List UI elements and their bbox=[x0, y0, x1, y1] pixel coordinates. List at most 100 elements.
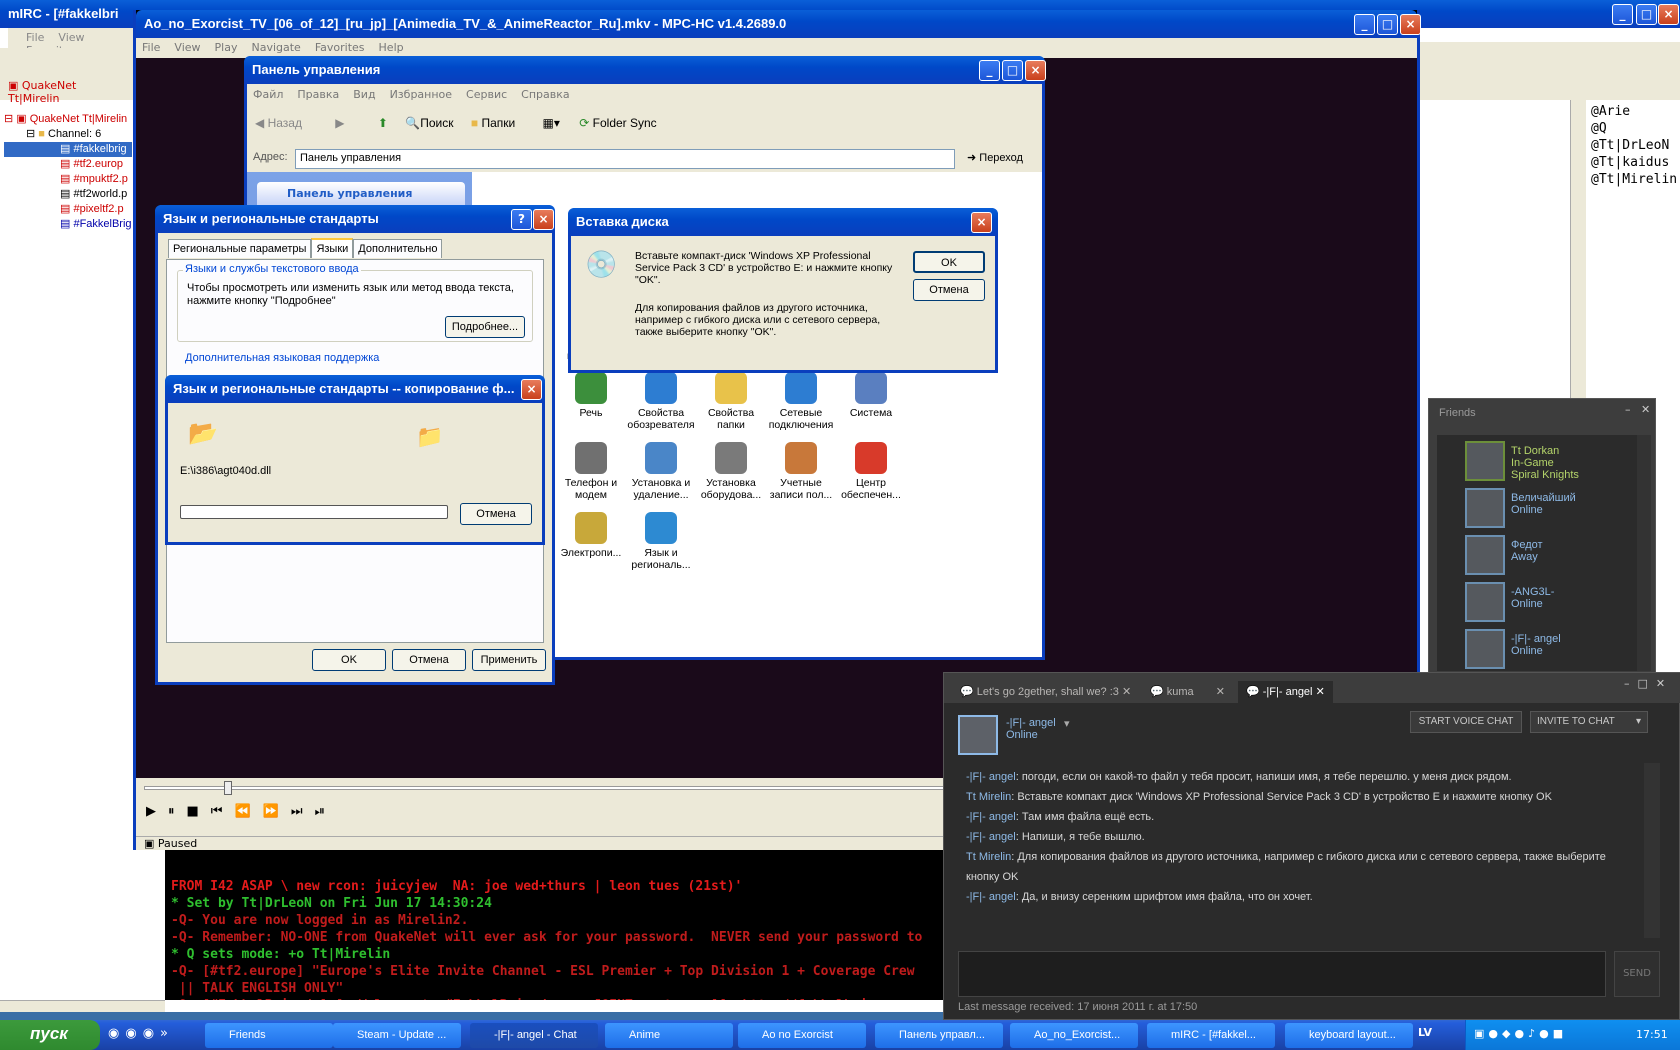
cpanel-item[interactable]: Свойства папки bbox=[694, 372, 768, 431]
close-icon[interactable]: ✕ bbox=[1316, 686, 1325, 698]
chrome-icon[interactable]: ◉ bbox=[108, 1026, 125, 1041]
tray-icon[interactable]: ● bbox=[1488, 1027, 1502, 1040]
search-button[interactable]: Поиск bbox=[420, 116, 453, 130]
cpanel-menu-help[interactable]: Справка bbox=[521, 88, 569, 101]
tray-icon[interactable]: ● bbox=[1514, 1027, 1528, 1040]
chat-tab-active[interactable]: 💬 -|F|- angel ✕ bbox=[1238, 681, 1333, 703]
nick-item[interactable]: @Tt|DrLeoN bbox=[1591, 137, 1677, 154]
back-icon[interactable]: ◀ bbox=[255, 116, 268, 130]
friend-entry[interactable]: -|F|- angel Online bbox=[1465, 629, 1625, 673]
chat-input[interactable] bbox=[958, 951, 1606, 997]
taskbar-button[interactable]: Steam - Update ... bbox=[333, 1023, 461, 1048]
tab-languages[interactable]: Языки bbox=[311, 238, 354, 258]
nicklist-scrollbar[interactable] bbox=[1570, 100, 1586, 400]
chat-message-author[interactable]: -|F|- angel bbox=[966, 771, 1016, 783]
start-voice-chat-button[interactable]: START VOICE CHAT bbox=[1410, 711, 1522, 733]
tree-channel-item[interactable]: ▤ #FakkelBrig bbox=[4, 217, 132, 232]
cpanel-close-button[interactable]: × bbox=[1025, 60, 1046, 81]
rewind-icon[interactable]: ⏪ bbox=[235, 804, 263, 819]
up-folder-icon[interactable]: ⬆ bbox=[378, 116, 388, 130]
forward-icon[interactable]: ⏩ bbox=[263, 804, 291, 819]
tree-channel-item[interactable]: ▤ #pixeltf2.p bbox=[4, 202, 132, 217]
pause-icon[interactable]: ⏸ bbox=[168, 804, 187, 819]
language-indicator[interactable]: LV bbox=[1418, 1026, 1432, 1039]
tray-icon[interactable]: ▣ bbox=[1474, 1027, 1488, 1040]
mpc-close-button[interactable]: × bbox=[1400, 14, 1421, 35]
close-icon[interactable]: ✕ bbox=[1216, 685, 1225, 698]
cpanel-menu-view[interactable]: Вид bbox=[353, 88, 375, 101]
friend-entry[interactable]: Федот Away bbox=[1465, 535, 1625, 579]
taskbar-button[interactable]: Friends bbox=[205, 1023, 333, 1048]
start-button[interactable]: пуск bbox=[0, 1020, 100, 1050]
chat-message-author[interactable]: Tt Mirelin bbox=[966, 851, 1011, 863]
close-icon[interactable]: ✕ bbox=[1656, 677, 1673, 690]
mpc-menu-favorites[interactable]: Favorites bbox=[315, 41, 365, 54]
mirc-close-button[interactable]: × bbox=[1658, 4, 1679, 25]
insertdisk-cancel-button[interactable]: Отмена bbox=[913, 279, 985, 301]
address-input[interactable]: Панель управления bbox=[295, 149, 955, 169]
mpc-menu-file[interactable]: File bbox=[142, 41, 160, 54]
chat-tab[interactable]: 💬 kuma ✕ bbox=[1142, 681, 1233, 703]
help-button[interactable]: ? bbox=[511, 209, 532, 230]
chat-message-author[interactable]: -|F|- angel bbox=[966, 831, 1016, 843]
close-icon[interactable]: ✕ bbox=[1122, 686, 1131, 698]
nick-item[interactable]: @Arie bbox=[1591, 103, 1677, 120]
mpc-menu-help[interactable]: Help bbox=[379, 41, 404, 54]
chevron-down-icon[interactable]: ▾ bbox=[1064, 717, 1070, 730]
tree-channel-item[interactable]: ▤ #tf2world.p bbox=[4, 187, 132, 202]
regional-apply-button[interactable]: Применить bbox=[472, 649, 546, 671]
cpanel-item[interactable]: Центр обеспечен... bbox=[834, 442, 908, 501]
prev-icon[interactable]: ⏮ bbox=[211, 804, 235, 819]
cpanel-item[interactable]: Установка оборудова... bbox=[694, 442, 768, 501]
back-button[interactable]: Назад bbox=[268, 116, 302, 130]
stop-icon[interactable]: ■ bbox=[187, 804, 211, 819]
go-button[interactable]: ➜ Переход bbox=[967, 151, 1023, 164]
cpanel-menu-file[interactable]: Файл bbox=[253, 88, 283, 101]
mpc-menu-play[interactable]: Play bbox=[215, 41, 238, 54]
friends-close-button[interactable]: ✕ bbox=[1641, 403, 1650, 416]
insertdisk-ok-button[interactable]: OK bbox=[913, 251, 985, 273]
maximize-icon[interactable]: □ bbox=[1638, 677, 1656, 690]
mpc-menu-view[interactable]: View bbox=[174, 41, 200, 54]
tree-scrollbar[interactable] bbox=[0, 1000, 165, 1012]
tray-icon[interactable]: ♪ bbox=[1528, 1027, 1539, 1040]
tree-channel-item[interactable]: ▤ #mpuktf2.p bbox=[4, 172, 132, 187]
sync-icon[interactable]: ⟳ bbox=[579, 116, 589, 130]
seek-thumb[interactable] bbox=[224, 781, 232, 795]
folders-button[interactable]: Папки bbox=[481, 116, 515, 130]
minimize-icon[interactable]: – bbox=[1624, 677, 1638, 690]
views-icon[interactable]: ▦▾ bbox=[543, 116, 560, 130]
cpanel-item[interactable]: Телефон и модем bbox=[554, 442, 628, 501]
mpc-seekbar[interactable] bbox=[144, 786, 944, 790]
sidebar-panel-header[interactable]: Панель управления bbox=[257, 182, 465, 206]
cpanel-item[interactable]: Электропи... bbox=[554, 512, 628, 559]
chat-message-author[interactable]: -|F|- angel bbox=[966, 811, 1016, 823]
taskbar-button[interactable]: keyboard layout... bbox=[1285, 1023, 1413, 1048]
taskbar-button[interactable]: Ao_no_Exorcist... bbox=[1010, 1023, 1138, 1048]
taskbar-button[interactable]: mIRC - [#fakkel... bbox=[1147, 1023, 1275, 1048]
cpanel-item[interactable]: Установка и удаление... bbox=[624, 442, 698, 501]
chat-message-author[interactable]: -|F|- angel bbox=[966, 891, 1016, 903]
cpanel-item[interactable]: Свойства обозревателя bbox=[624, 372, 698, 431]
mirc-menu-view[interactable]: View bbox=[58, 31, 84, 44]
copying-close-button[interactable]: × bbox=[521, 379, 542, 400]
tree-channel-item[interactable]: ▤ #tf2.europ bbox=[4, 157, 132, 172]
mirc-menu-file[interactable]: File bbox=[26, 31, 44, 44]
folder-sync-button[interactable]: Folder Sync bbox=[593, 116, 657, 130]
invite-to-chat-button[interactable]: INVITE TO CHAT ▾ bbox=[1530, 711, 1648, 733]
tab-advanced[interactable]: Дополнительно bbox=[353, 239, 443, 258]
cpanel-item[interactable]: Учетные записи пол... bbox=[764, 442, 838, 501]
cpanel-menu-edit[interactable]: Правка bbox=[297, 88, 339, 101]
friends-minimize-button[interactable]: – bbox=[1625, 403, 1631, 416]
tree-channel-item[interactable]: ▤ #fakkelbrig bbox=[4, 142, 132, 157]
nick-item[interactable]: @Tt|Mirelin bbox=[1591, 171, 1677, 188]
friend-entry[interactable]: Величайший Online bbox=[1465, 488, 1625, 532]
chat-tab[interactable]: 💬 Let's go 2gether, shall we? :3 ✕ bbox=[952, 681, 1139, 703]
cpanel-item[interactable]: Система bbox=[834, 372, 908, 419]
mpc-minimize-button[interactable]: _ bbox=[1354, 14, 1375, 35]
cpanel-item[interactable]: Язык и региональ... bbox=[624, 512, 698, 571]
cpanel-menu-favorites[interactable]: Избранное bbox=[390, 88, 452, 101]
tray-icon[interactable]: ■ bbox=[1553, 1027, 1567, 1040]
forward-icon[interactable]: ▶ bbox=[335, 116, 344, 130]
mpc-maximize-button[interactable]: □ bbox=[1377, 14, 1398, 35]
